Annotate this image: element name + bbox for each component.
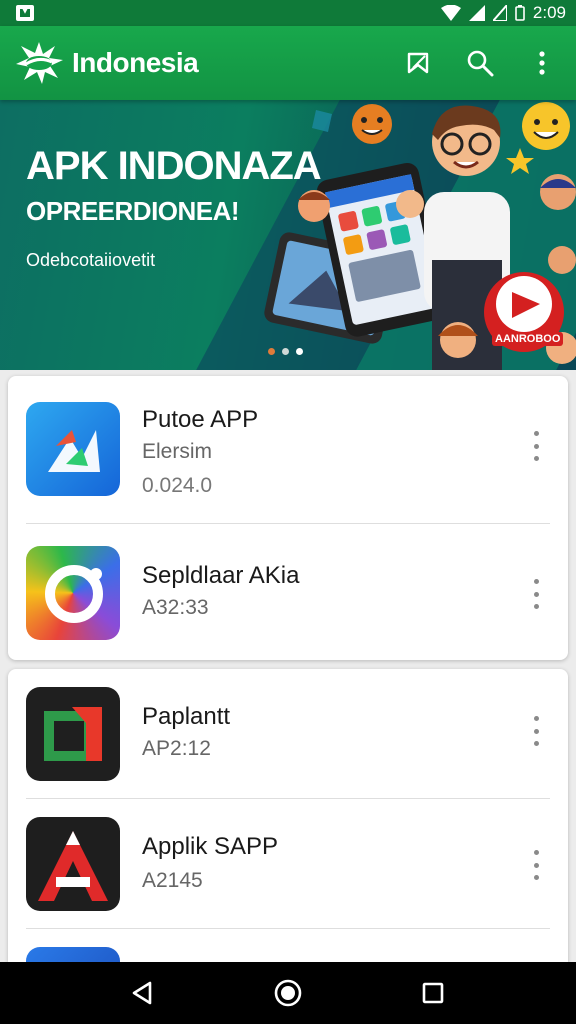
home-icon[interactable] <box>268 973 308 1013</box>
banner-subtitle: OPREERDIONEA! <box>26 196 240 226</box>
app-icon <box>26 402 120 496</box>
status-time: 2:09 <box>532 3 566 22</box>
list-item[interactable]: Sepldlaar AKia A32:33 <box>8 524 568 654</box>
logo-icon <box>16 42 63 84</box>
carousel-dot[interactable] <box>296 348 303 355</box>
back-icon[interactable] <box>123 973 163 1013</box>
app-bar: Indonesia <box>0 26 576 100</box>
app-name: Applik SAPP <box>142 833 279 860</box>
signal-icon <box>468 5 485 21</box>
app-name: Paplantt <box>142 703 231 730</box>
app-list-card: Paplantt AP2:12 Applik SAPP A2145 <box>8 669 568 969</box>
banner-caption: Odebcotaiiovetit <box>26 250 156 270</box>
list-item[interactable]: Paplantt AP2:12 <box>8 669 568 799</box>
notification-icon <box>16 5 34 21</box>
wifi-icon <box>440 5 461 21</box>
more-options-icon[interactable] <box>524 576 548 612</box>
more-options-icon[interactable] <box>524 847 548 883</box>
banner-title: APK INDONAZA <box>26 144 322 188</box>
app-version: A2145 <box>142 869 203 892</box>
system-nav-bar <box>0 962 576 1024</box>
banner-illustration <box>264 102 576 370</box>
app-version: A32:33 <box>142 596 209 619</box>
promo-banner[interactable]: APK INDONAZA OPREERDIONEA! Odebcotaiiove… <box>0 100 576 370</box>
app-name: Sepldlaar AKia <box>142 562 300 589</box>
status-icons: 2:09 <box>440 3 566 23</box>
app-icon <box>26 687 120 781</box>
signal-alt-icon <box>492 5 507 21</box>
list-item[interactable]: Applik SAPP A2145 <box>8 799 568 929</box>
carousel-dot[interactable] <box>282 348 289 355</box>
app-version: AP2:12 <box>142 737 211 760</box>
bookmark-icon[interactable] <box>404 49 432 77</box>
app-version: 0.024.0 <box>142 474 213 497</box>
more-options-icon[interactable] <box>524 713 548 749</box>
more-options-icon[interactable] <box>524 428 548 464</box>
carousel-indicator[interactable] <box>268 348 303 355</box>
recents-icon[interactable] <box>413 973 453 1013</box>
carousel-dot[interactable] <box>268 348 275 355</box>
status-bar: 2:09 <box>0 0 576 26</box>
search-icon[interactable] <box>466 49 494 77</box>
app-title: Indonesia <box>72 47 199 78</box>
app-list-card: Putoe APP Elersim 0.024.0 Sepldlaar AKia… <box>8 376 568 660</box>
app-icon <box>26 546 120 640</box>
more-vert-icon[interactable] <box>528 49 556 77</box>
banner-badge-label: AANROBOO <box>492 332 564 346</box>
app-name: Putoe APP <box>142 406 259 433</box>
battery-icon <box>515 5 525 21</box>
app-icon <box>26 817 120 911</box>
app-developer: Elersim <box>142 440 213 463</box>
list-item[interactable]: Putoe APP Elersim 0.024.0 <box>8 376 568 506</box>
